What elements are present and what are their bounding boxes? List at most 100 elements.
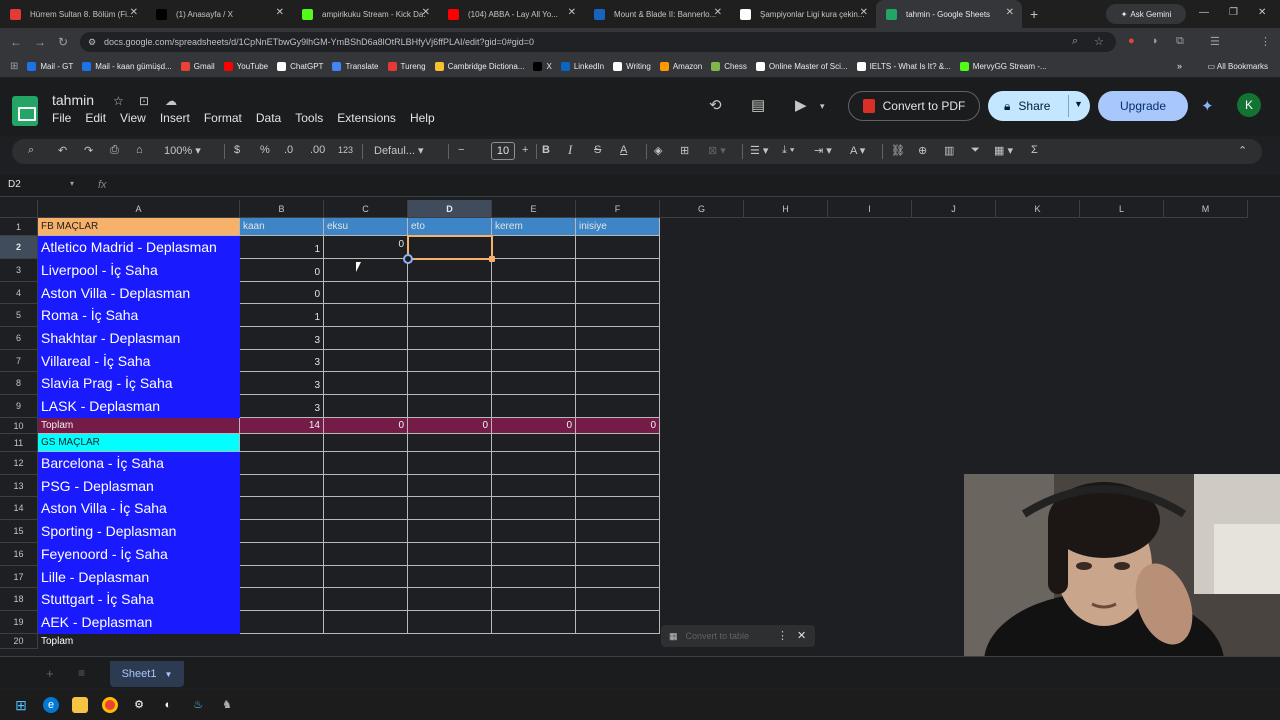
bookmark-item[interactable]: Amazon xyxy=(659,62,702,71)
grid-cell[interactable] xyxy=(576,236,660,259)
cell-d1[interactable]: eto xyxy=(408,218,492,236)
vertical-align-icon[interactable]: ⤓ ▾ xyxy=(782,144,795,157)
account-avatar[interactable]: K xyxy=(1237,93,1261,117)
grid-cell[interactable] xyxy=(408,566,492,588)
grid-cell[interactable] xyxy=(576,588,660,611)
maximize-icon[interactable]: ❐ xyxy=(1229,7,1238,18)
menu-extensions[interactable]: Extensions xyxy=(337,111,396,125)
score-cell-eksu[interactable] xyxy=(324,259,408,282)
close-tab-icon[interactable]: ✕ xyxy=(860,7,868,18)
browser-tab[interactable]: (1) Anasayfa / X ✕ xyxy=(146,0,292,28)
print-icon[interactable]: ⎙ xyxy=(110,144,119,157)
row-header-20[interactable]: 20 xyxy=(0,634,38,649)
version-history-icon[interactable]: ⟲ xyxy=(709,96,722,114)
column-header-l[interactable]: L xyxy=(1080,200,1164,218)
grid-cell[interactable] xyxy=(576,327,660,350)
grid-cell[interactable] xyxy=(240,497,324,520)
menu-edit[interactable]: Edit xyxy=(85,111,106,125)
borders-icon[interactable]: ⊞ xyxy=(680,144,689,157)
fill-handle[interactable] xyxy=(489,256,495,262)
extension-icon[interactable]: ● xyxy=(1128,35,1135,47)
comments-icon[interactable]: ▤ xyxy=(751,96,765,114)
convert-to-pdf-button[interactable]: Convert to PDF xyxy=(848,91,980,121)
grid-cell[interactable] xyxy=(408,282,492,304)
total-cell[interactable]: 14 xyxy=(240,418,324,434)
score-cell-kaan[interactable]: 3 xyxy=(240,327,324,350)
gs-header-cell[interactable]: GS MAÇLAR xyxy=(38,434,240,452)
team-cell[interactable]: Slavia Prag - İç Saha xyxy=(38,372,240,395)
grid-cell[interactable] xyxy=(492,372,576,395)
row-header-17[interactable]: 17 xyxy=(0,566,38,588)
document-title[interactable]: tahmin xyxy=(52,92,94,108)
bookmark-item[interactable]: Mail - kaan gümüşd... xyxy=(82,62,172,71)
grid-cell[interactable] xyxy=(576,497,660,520)
grid-cell[interactable] xyxy=(408,588,492,611)
row-header-4[interactable]: 4 xyxy=(0,282,38,304)
grid-cell[interactable] xyxy=(576,350,660,372)
close-tab-icon[interactable]: ✕ xyxy=(276,7,284,18)
row-header-8[interactable]: 8 xyxy=(0,372,38,395)
insert-chart-icon[interactable]: ▥ xyxy=(944,144,954,157)
bookmark-item[interactable]: Gmail xyxy=(180,62,215,71)
total-cell[interactable]: 0 xyxy=(324,418,408,434)
bookmark-item[interactable]: Writing xyxy=(613,62,651,71)
grid-cell[interactable] xyxy=(240,543,324,566)
grid-cell[interactable] xyxy=(408,327,492,350)
menu-tools[interactable]: Tools xyxy=(295,111,323,125)
zoom-select[interactable]: 100% ▾ xyxy=(164,144,201,157)
grid-cell[interactable] xyxy=(324,475,408,497)
column-header-f[interactable]: F xyxy=(576,200,660,218)
grid-cell[interactable] xyxy=(492,434,576,452)
collapse-toolbar-icon[interactable]: ⌃ xyxy=(1238,144,1247,157)
menu-format[interactable]: Format xyxy=(204,111,242,125)
grid-cell[interactable] xyxy=(492,543,576,566)
row-header-1[interactable]: 1 xyxy=(0,218,38,236)
row-header-10[interactable]: 10 xyxy=(0,418,38,434)
column-header-i[interactable]: I xyxy=(828,200,912,218)
sidebar-icon[interactable]: ☰ xyxy=(1210,35,1220,48)
column-header-h[interactable]: H xyxy=(744,200,828,218)
drag-handle[interactable] xyxy=(403,254,413,264)
apps-icon[interactable]: ⊞ xyxy=(10,61,18,72)
chevron-down-icon[interactable]: ▼ xyxy=(164,670,172,679)
bookmark-item[interactable]: LinkedIn xyxy=(560,62,604,71)
browser-tab[interactable]: Şampiyonlar Ligi kura çekin... ✕ xyxy=(730,0,876,28)
score-cell-kaan[interactable]: 3 xyxy=(240,372,324,395)
active-cell-selection[interactable] xyxy=(407,235,493,260)
extension-icon[interactable]: ◗ xyxy=(1152,35,1159,47)
total-cell[interactable]: 0 xyxy=(492,418,576,434)
column-header-g[interactable]: G xyxy=(660,200,744,218)
text-rotation-icon[interactable]: A ▾ xyxy=(850,144,865,157)
grid-cell[interactable] xyxy=(408,350,492,372)
score-cell-eksu[interactable] xyxy=(324,350,408,372)
team-cell[interactable]: Aston Villa - İç Saha xyxy=(38,497,240,520)
grid-cell[interactable] xyxy=(492,259,576,282)
search-menus-icon[interactable]: ⌕ xyxy=(28,144,34,157)
row-header-12[interactable]: 12 xyxy=(0,452,38,475)
column-header-d[interactable]: D xyxy=(408,200,492,218)
increase-font-size-icon[interactable]: + xyxy=(522,144,528,156)
grid-cell[interactable] xyxy=(408,520,492,543)
grid-cell[interactable] xyxy=(492,520,576,543)
score-cell-kaan[interactable]: 1 xyxy=(240,236,324,259)
extensions-puzzle-icon[interactable]: ⧉ xyxy=(1176,35,1184,48)
grid-cell[interactable] xyxy=(576,259,660,282)
select-all-corner[interactable] xyxy=(0,200,38,218)
bookmark-item[interactable]: MervyGG Stream -... xyxy=(959,62,1047,71)
grid-cell[interactable] xyxy=(408,611,492,634)
column-header-b[interactable]: B xyxy=(240,200,324,218)
cell-c1[interactable]: eksu xyxy=(324,218,408,236)
bookmark-item[interactable]: Tureng xyxy=(387,62,426,71)
address-bar[interactable]: ⚙ docs.google.com/spreadsheets/d/1CpNnET… xyxy=(80,32,1116,52)
upgrade-button[interactable]: Upgrade xyxy=(1098,91,1188,121)
zoom-icon[interactable]: ⌕ xyxy=(1072,35,1078,48)
file-explorer-icon[interactable] xyxy=(72,697,88,713)
grid-cell[interactable] xyxy=(408,259,492,282)
team-cell[interactable]: LASK - Deplasman xyxy=(38,395,240,418)
chevron-down-icon[interactable]: ▼ xyxy=(1074,99,1083,109)
text-wrapping-icon[interactable]: ⇥ ▾ xyxy=(814,144,832,157)
grid-cell[interactable] xyxy=(576,452,660,475)
forward-icon[interactable]: → xyxy=(34,35,46,49)
chrome-icon[interactable] xyxy=(102,697,118,713)
merge-cells-icon[interactable]: ⊠ ▾ xyxy=(708,144,726,157)
